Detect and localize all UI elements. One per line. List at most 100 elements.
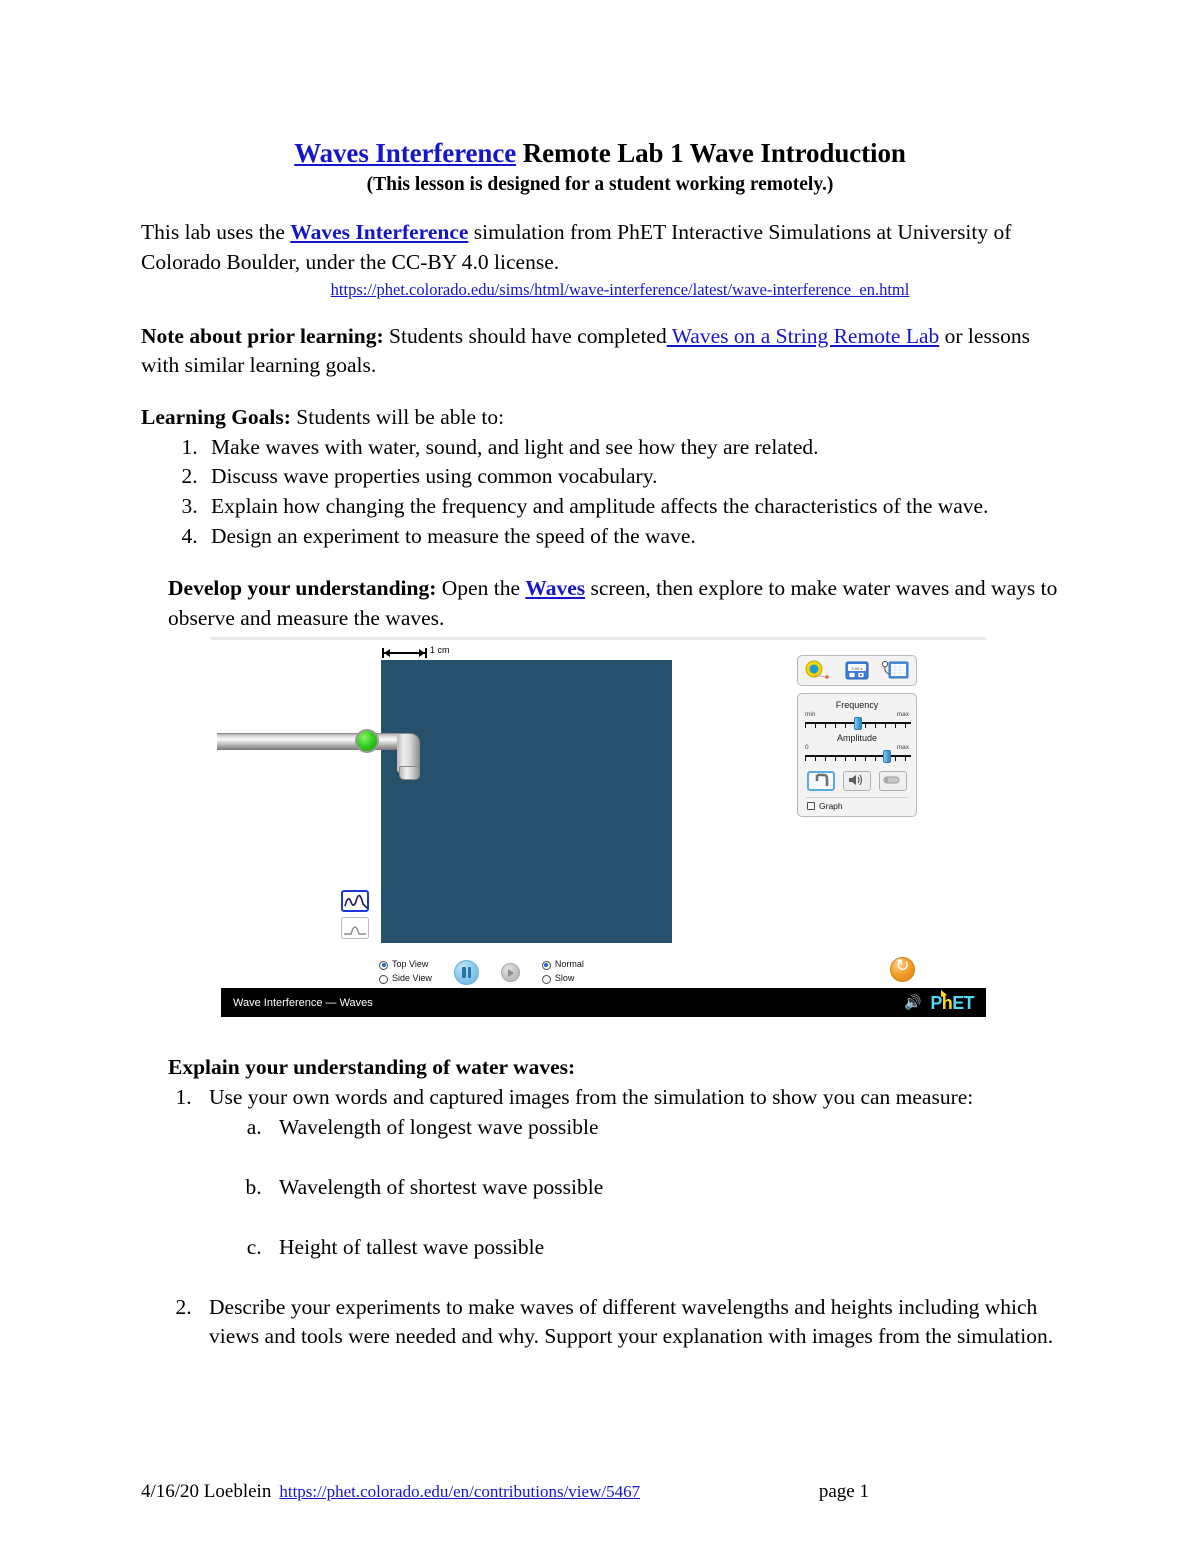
ruler-label: 1 cm <box>430 645 450 656</box>
list-item: Wavelength of longest wave possible <box>267 1113 1059 1143</box>
svg-text:0.00 s: 0.00 s <box>852 666 863 671</box>
list-item: Describe your experiments to make waves … <box>197 1293 1059 1353</box>
pulse-wave-button[interactable] <box>341 917 369 940</box>
frequency-slider[interactable] <box>805 717 911 731</box>
sim-footer-title: Wave Interference — Waves <box>233 996 373 1009</box>
faucet-spout <box>399 766 420 781</box>
develop-understanding-label: Develop your understanding: <box>168 576 437 601</box>
prior-learning-link[interactable]: Waves on a String Remote Lab <box>667 324 940 348</box>
radio-top-view[interactable]: Top View <box>379 958 432 972</box>
amplitude-slider[interactable] <box>805 750 911 764</box>
list-item: Make waves with water, sound, and light … <box>203 433 1059 463</box>
toolbox-panel: 0.00 s <box>797 655 917 687</box>
list-item: Height of tallest wave possible <box>267 1233 1059 1263</box>
amplitude-min-label: 0 <box>805 744 809 752</box>
prior-learning-pre: Students should have completed <box>383 323 667 348</box>
learning-goals-label: Learning Goals: <box>141 404 291 429</box>
amplitude-slider-thumb[interactable] <box>883 750 892 764</box>
intro-link-waves-interference[interactable]: Waves Interference <box>290 220 468 244</box>
page-subtitle: (This lesson is designed for a student w… <box>366 173 834 195</box>
prior-learning-label: Note about prior learning: <box>141 323 384 348</box>
list-item: Design an experiment to measure the spee… <box>203 522 1059 552</box>
top-view-label: Top View <box>392 959 429 970</box>
light-scene-button[interactable] <box>879 771 907 792</box>
step-forward-button[interactable] <box>500 962 520 982</box>
speaker-icon <box>849 775 863 786</box>
view-radio-group: Top View Side View <box>379 958 432 986</box>
amplitude-slider-title: Amplitude <box>836 733 878 744</box>
wave-control-panel: Frequency min max Amplitude 0 max Graph <box>797 693 917 818</box>
list-item: Discuss wave properties using common voc… <box>203 462 1059 492</box>
graph-checkbox-label: Graph <box>819 801 843 812</box>
sound-scene-button[interactable] <box>843 771 871 792</box>
sim-bottom-controls: Top View Side View Normal Slow <box>379 958 584 986</box>
slow-speed-label: Slow <box>554 973 575 984</box>
footer-page-number: page 1 <box>818 1481 869 1502</box>
side-view-label: Side View <box>392 973 432 984</box>
stopwatch-icon: 0.00 s <box>845 661 869 680</box>
explain-list: Use your own words and captured images f… <box>141 1083 1059 1352</box>
wave-type-buttons <box>805 771 909 792</box>
side-view-radio[interactable] <box>379 974 388 984</box>
frequency-min-label: min <box>805 711 816 719</box>
wave-detector-probe-icon <box>882 661 909 679</box>
document-footer: 4/16/20 Loeblein https://phet.colorado.e… <box>141 1481 1059 1503</box>
intro-paragraph: This lab uses the Waves Interference sim… <box>141 218 1059 277</box>
title-link-waves-interference[interactable]: Waves Interference <box>294 138 516 168</box>
learning-goals-intro: Students will be able to: <box>290 404 505 429</box>
graph-checkbox-row[interactable]: Graph <box>805 801 909 811</box>
slow-speed-radio[interactable] <box>541 974 551 984</box>
develop-link-waves[interactable]: Waves <box>525 576 585 600</box>
faucet-icon <box>815 774 829 787</box>
radio-normal-speed[interactable]: Normal <box>541 958 584 972</box>
sim-footer-bar: Wave Interference — Waves 🔊 Ph ET <box>221 988 986 1018</box>
footer-contribution-link[interactable]: https://phet.colorado.edu/en/contributio… <box>279 1482 640 1502</box>
list-item: Use your own words and captured images f… <box>197 1083 1059 1263</box>
reset-all-button[interactable] <box>890 956 915 983</box>
develop-pre-text: Open the <box>436 576 526 601</box>
measuring-tape-icon <box>805 660 829 680</box>
graph-checkbox[interactable] <box>807 802 815 811</box>
learning-goals-heading: Learning Goals: Students will be able to… <box>141 403 1059 433</box>
normal-speed-label: Normal <box>554 959 584 970</box>
sim-stage: 1 cm 0.00 s Frequency min max Amplitude … <box>211 640 986 989</box>
footer-date-author: 4/16/20 Loeblein <box>141 1481 272 1502</box>
frequency-slider-title: Frequency <box>835 700 879 711</box>
sound-icon[interactable]: 🔊 <box>904 995 921 1011</box>
water-scene-button[interactable] <box>807 771 835 792</box>
simulation-screenshot: 1 cm 0.00 s Frequency min max Amplitude … <box>211 637 986 1028</box>
develop-understanding-paragraph: Develop your understanding: Open the Wav… <box>141 574 1059 633</box>
page-title: Waves Interference Remote Lab 1 Wave Int… <box>141 138 1059 170</box>
pulse-wave-icon <box>344 926 366 936</box>
ruler-left-arrow-icon <box>384 649 390 658</box>
explain-sublist: Wavelength of longest wave possible Wave… <box>209 1113 1059 1263</box>
phet-logo: Ph ET <box>930 989 975 1013</box>
continuous-wave-button[interactable] <box>341 890 369 913</box>
amplitude-slider-endpoints: 0 max <box>805 744 909 751</box>
stopwatch-tool[interactable]: 0.00 s <box>842 660 872 681</box>
explain-item-1-text: Use your own words and captured images f… <box>209 1085 974 1109</box>
normal-speed-radio[interactable] <box>541 960 551 970</box>
frequency-slider-thumb[interactable] <box>854 717 862 731</box>
document-page: Waves Interference Remote Lab 1 Wave Int… <box>0 0 1200 1553</box>
phet-logo-et: ET <box>952 992 974 1013</box>
pause-bar-left <box>462 966 466 978</box>
list-item: Wavelength of shortest wave possible <box>267 1173 1059 1203</box>
water-basin[interactable] <box>381 660 672 944</box>
wave-detector-tool[interactable] <box>881 660 911 681</box>
top-view-radio[interactable] <box>379 960 388 970</box>
phet-logo-p: P <box>930 992 942 1013</box>
measuring-tape-tool[interactable] <box>803 660 833 681</box>
pause-bar-right <box>467 966 472 978</box>
sim-url-link[interactable]: https://phet.colorado.edu/sims/html/wave… <box>331 280 910 299</box>
prior-learning-paragraph: Note about prior learning: Students shou… <box>141 322 1059 381</box>
intro-pre-text: This lab uses the <box>141 220 291 245</box>
radio-slow-speed[interactable]: Slow <box>541 972 584 986</box>
ruler-right-cap <box>425 648 427 659</box>
phet-logo-flag-icon <box>941 989 948 997</box>
scale-ruler: 1 cm <box>381 645 461 660</box>
learning-goals-list: Make waves with water, sound, and light … <box>141 433 1059 553</box>
pause-button[interactable] <box>453 959 479 985</box>
radio-side-view[interactable]: Side View <box>379 972 432 986</box>
waveform-scene-buttons <box>341 890 369 944</box>
